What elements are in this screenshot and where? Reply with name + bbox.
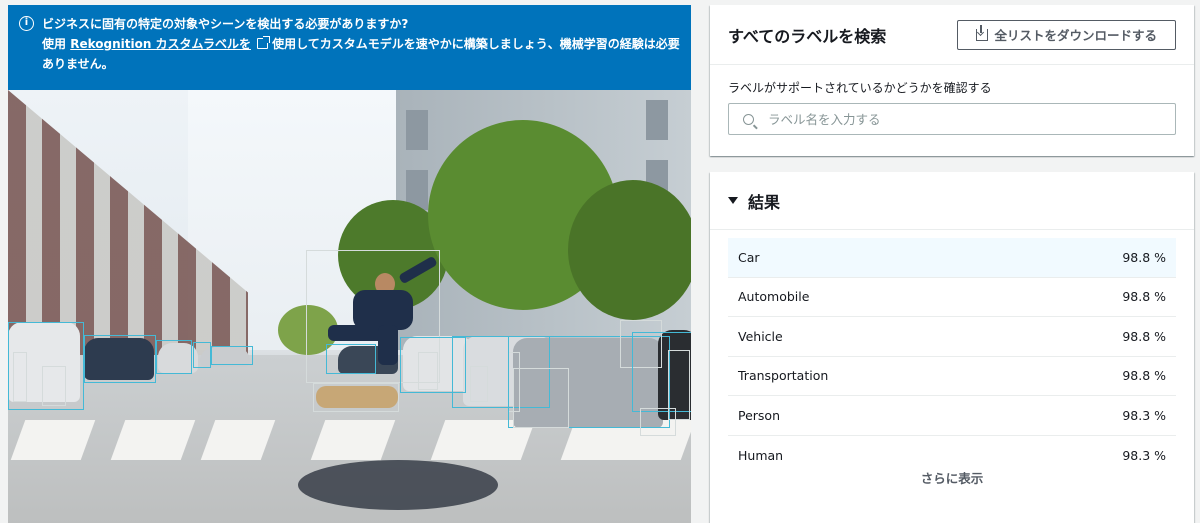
scene-car [200,347,250,367]
scene-person [353,290,413,330]
results-header[interactable]: 結果 [710,172,1194,230]
search-labels-body: ラベルがサポートされているかどうかを確認する [710,65,1194,135]
result-confidence: 98.8 % [1122,368,1166,384]
result-confidence: 98.8 % [1122,328,1166,344]
custom-labels-link[interactable]: Rekognition カスタムラベルを [70,37,251,51]
crosswalk-stripe [10,420,96,460]
label-search-input[interactable] [768,111,1148,127]
crosswalk-stripe [110,420,196,460]
search-icon [743,113,754,125]
external-link-icon [257,36,271,49]
result-confidence: 98.3 % [1122,407,1166,423]
show-more-button[interactable]: さらに表示 [710,468,1194,487]
result-label: Car [738,249,760,265]
search-labels-title: すべてのラベルを検索 [728,26,887,46]
scene-car [84,338,154,380]
search-box[interactable] [728,103,1176,135]
scene-car [513,338,663,428]
result-confidence: 98.8 % [1122,289,1166,305]
results-title: 結果 [748,192,781,212]
banner-line2: 使用 Rekognition カスタムラベルを 使用してカスタムモデルを速やかに… [42,34,681,74]
result-confidence: 98.8 % [1122,249,1166,265]
result-confidence: 98.3 % [1122,447,1166,463]
banner-line1: ビジネスに固有の特定の対象やシーンを検出する必要がありますか? [42,17,409,31]
info-banner: i ビジネスに固有の特定の対象やシーンを検出する必要がありますか? 使用 Rek… [8,5,691,90]
label-search-field-label: ラベルがサポートされているかどうかを確認する [728,81,992,95]
crosswalk-stripe [310,420,396,460]
analyzed-image [8,90,691,523]
result-row-vehicle[interactable]: Vehicle 98.8 % [728,317,1176,357]
image-panel: i ビジネスに固有の特定の対象やシーンを検出する必要がありますか? 使用 Rek… [8,5,691,523]
page: i ビジネスに固有の特定の対象やシーンを検出する必要がありますか? 使用 Rek… [0,0,1200,523]
result-row-automobile[interactable]: Automobile 98.8 % [728,278,1176,317]
results-list: Car 98.8 % Automobile 98.8 % Vehicle 98.… [728,238,1176,475]
result-label: Transportation [738,368,829,384]
result-label: Vehicle [738,328,783,344]
results-card: 結果 Car 98.8 % Automobile 98.8 % Vehicle … [710,172,1194,523]
scene-car [8,322,80,402]
scene-skateboard [316,386,398,408]
result-row-transportation[interactable]: Transportation 98.8 % [728,357,1176,396]
search-labels-card: すべてのラベルを検索 全リストをダウンロードする ラベルがサポートされているかど… [710,5,1194,156]
scene-tree [568,180,691,320]
scene-car [658,330,691,420]
result-row-car[interactable]: Car 98.8 % [728,238,1176,278]
result-label: Human [738,447,784,463]
result-label: Person [738,407,781,423]
info-icon: i [19,16,34,31]
result-row-person[interactable]: Person 98.3 % [728,396,1176,436]
caret-down-icon[interactable] [728,197,738,204]
skater-shadow [298,460,498,510]
result-label: Automobile [738,289,810,305]
download-icon [976,24,989,41]
banner-prefix: 使用 [42,37,67,51]
scene-car [158,343,198,373]
download-list-button[interactable]: 全リストをダウンロードする [957,19,1176,50]
download-list-label: 全リストをダウンロードする [994,28,1157,43]
search-labels-header: すべてのラベルを検索 全リストをダウンロードする [710,5,1194,65]
scene-person-leg [378,325,398,365]
